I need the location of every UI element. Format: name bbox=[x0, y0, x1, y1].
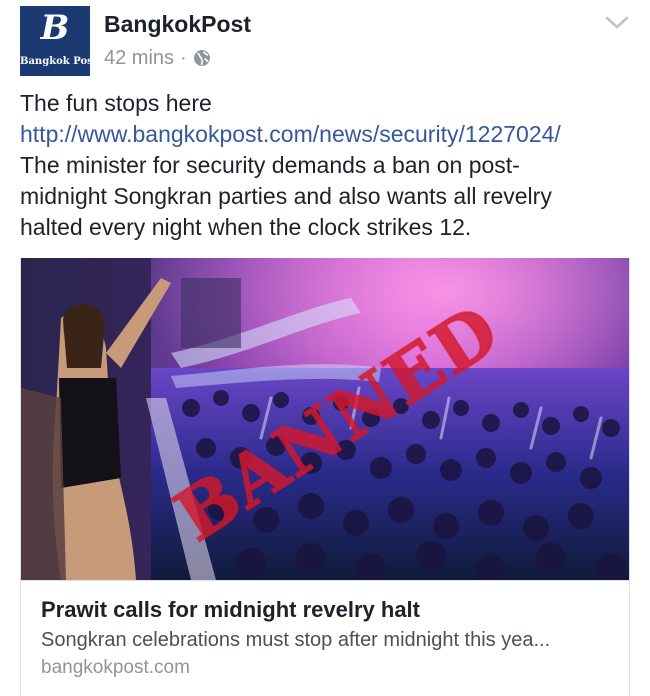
link-title[interactable]: Prawit calls for midnight revelry halt bbox=[41, 597, 420, 623]
link-preview-image[interactable]: BANNED bbox=[21, 258, 629, 580]
post-header: B Bangkok Post BangkokPost 42 mins · bbox=[20, 6, 630, 76]
globe-icon[interactable] bbox=[193, 49, 211, 67]
post-meta: 42 mins · bbox=[104, 46, 211, 70]
link-description: Songkran celebrations must stop after mi… bbox=[41, 629, 551, 651]
party-crowd-image: BANNED bbox=[21, 258, 629, 580]
avatar-logo-letter: B bbox=[40, 8, 70, 48]
link-domain: bangkokpost.com bbox=[41, 657, 190, 678]
link-preview-card[interactable]: BANNED Prawit calls for midnight revelry… bbox=[20, 258, 630, 696]
message-link[interactable]: http://www.bangkokpost.com/news/security… bbox=[20, 119, 636, 150]
post-message: The fun stops here http://www.bangkokpos… bbox=[20, 88, 636, 243]
message-line: The minister for security demands a ban … bbox=[20, 152, 520, 178]
message-line: midnight Songkran parties and also wants… bbox=[20, 183, 552, 209]
meta-separator: · bbox=[180, 47, 187, 69]
avatar-logo-name: Bangkok Post bbox=[20, 56, 90, 67]
facebook-post: B Bangkok Post BangkokPost 42 mins · The… bbox=[0, 0, 650, 696]
page-name-link[interactable]: BangkokPost bbox=[104, 10, 251, 38]
message-line-headline: The fun stops here bbox=[20, 90, 212, 116]
chevron-down-icon[interactable] bbox=[604, 14, 630, 32]
message-line: halted every night when the clock strike… bbox=[20, 214, 472, 240]
page-avatar[interactable]: B Bangkok Post bbox=[20, 6, 90, 76]
link-card-text[interactable]: Prawit calls for midnight revelry halt S… bbox=[21, 580, 629, 696]
post-timestamp[interactable]: 42 mins bbox=[104, 46, 174, 70]
